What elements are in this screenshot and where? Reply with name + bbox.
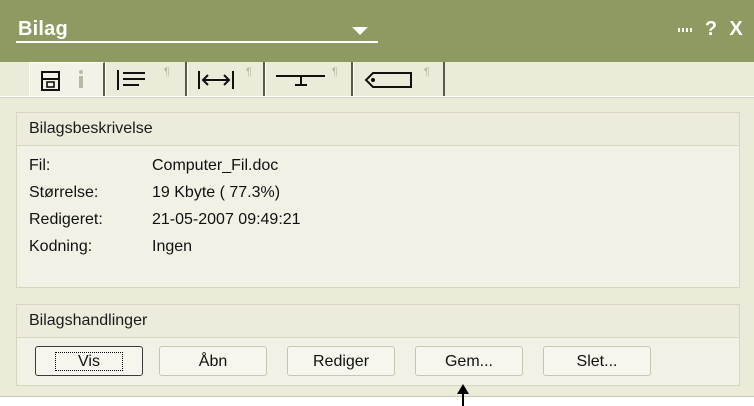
tab-divider-shadow [0,97,754,98]
attachment-panel: Bilag ? X ¶ ¶ ¶ ¶ Bilagsbeskrivelse Fil:… [0,0,754,397]
chevron-down-icon [352,27,368,35]
edit-button[interactable]: Rediger [287,346,395,376]
pilcrow-icon: ¶ [424,66,430,78]
edited-value: 21-05-2007 09:49:21 [152,211,301,228]
property-row-encoding: Kodning: Ingen [29,233,739,260]
save-button[interactable]: Gem... [415,346,523,376]
size-value: 19 Kbyte ( 77.3%) [152,184,281,201]
tab-file-info[interactable] [29,62,105,96]
actions-heading: Bilagshandlinger [17,305,739,338]
close-button[interactable]: X [726,18,746,42]
property-row-size: Størrelse: 19 Kbyte ( 77.3%) [29,179,739,206]
file-value: Computer_Fil.doc [152,157,279,174]
title-dropdown-button[interactable] [343,20,377,40]
action-button-row: Vis Åbn Rediger Gem... Slet... [17,338,739,388]
delete-button[interactable]: Slet... [543,346,651,376]
edited-label: Redigeret: [29,211,103,228]
tab-stop-icon [276,75,325,86]
tab-width[interactable]: ¶ [187,62,265,96]
help-button[interactable]: ? [702,18,720,42]
open-button[interactable]: Åbn [159,346,267,376]
encoding-label: Kodning: [29,238,93,255]
pilcrow-icon: ¶ [246,66,252,78]
tab-strip: ¶ ¶ ¶ ¶ [29,62,449,97]
property-list: Fil: Computer_Fil.doc Størrelse: 19 Kbyt… [17,146,739,260]
encoding-value: Ingen [152,238,193,255]
pilcrow-icon: ¶ [164,66,170,78]
actions-section: Bilagshandlinger Vis Åbn Rediger Gem... … [16,304,740,386]
title-underline [16,41,378,43]
pointer-arrow-icon [457,384,469,406]
panel-titlebar: Bilag ? X [0,0,754,62]
panel-title: Bilag [18,18,68,40]
file-info-icon [41,71,60,91]
file-label: Fil: [29,157,51,174]
view-button-label: Vis [55,352,123,371]
property-row-edited: Redigeret: 21-05-2007 09:49:21 [29,206,739,233]
property-row-file: Fil: Computer_Fil.doc [29,152,739,179]
tab-paragraph[interactable]: ¶ [105,62,187,96]
description-heading: Bilagsbeskrivelse [17,113,739,146]
tab-tag[interactable]: ¶ [353,62,445,96]
tag-label-icon [364,72,412,88]
width-arrows-icon [198,71,234,89]
tab-tabstop[interactable]: ¶ [265,62,353,96]
paragraph-align-icon [117,70,145,90]
description-section: Bilagsbeskrivelse Fil: Computer_Fil.doc … [16,112,740,288]
size-label: Størrelse: [29,184,99,201]
pilcrow-icon: ¶ [332,66,338,78]
info-small-icon [79,70,83,88]
view-button[interactable]: Vis [35,346,143,376]
grip-icon[interactable] [676,18,696,42]
